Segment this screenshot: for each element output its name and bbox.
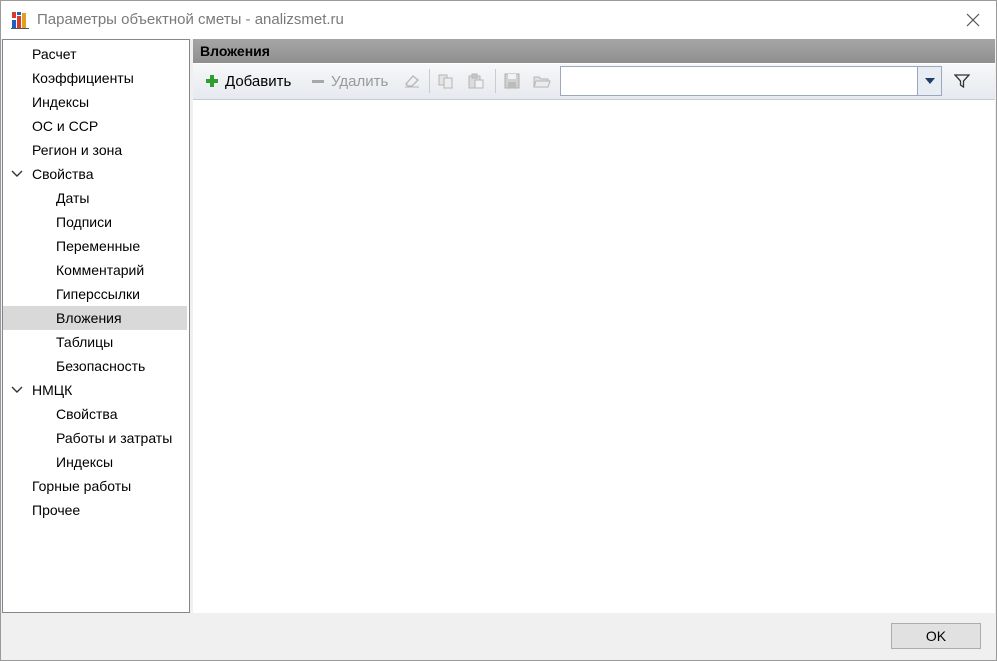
tree-item-label: Прочее bbox=[32, 502, 81, 518]
app-logo-icon bbox=[11, 12, 29, 29]
eraser-icon bbox=[405, 75, 419, 88]
close-button[interactable] bbox=[950, 1, 996, 39]
tree-item[interactable]: НМЦК bbox=[3, 378, 187, 402]
tree-item[interactable]: Переменные bbox=[3, 234, 187, 258]
save-icon bbox=[504, 73, 520, 89]
tree-item[interactable]: Таблицы bbox=[3, 330, 187, 354]
tree-item[interactable]: Даты bbox=[3, 186, 187, 210]
filter-button[interactable] bbox=[947, 68, 977, 94]
clear-button[interactable] bbox=[403, 68, 421, 94]
tree-item-label: Коэффициенты bbox=[32, 70, 134, 86]
paste-icon bbox=[468, 73, 484, 89]
tree-item-label: Комментарий bbox=[56, 262, 145, 278]
tree-item-label: Регион и зона bbox=[32, 142, 123, 158]
ok-button[interactable]: OK bbox=[891, 623, 981, 649]
tree-item[interactable]: Прочее bbox=[3, 498, 187, 522]
tree-item-label: ОС и ССР bbox=[32, 118, 99, 134]
chevron-down-icon[interactable] bbox=[11, 385, 23, 395]
tree-item[interactable]: Подписи bbox=[3, 210, 187, 234]
tree-item[interactable]: ОС и ССР bbox=[3, 114, 187, 138]
tree-item[interactable]: Индексы bbox=[3, 90, 187, 114]
navigation-tree[interactable]: Расчет Коэффициенты Индексы ОС и ССР Регион … bbox=[2, 39, 190, 613]
tree-item-label: Индексы bbox=[32, 94, 90, 110]
tree-item-label: Индексы bbox=[56, 454, 114, 470]
tree-item-label: Вложения bbox=[56, 310, 122, 326]
toolbar-separator bbox=[495, 69, 496, 93]
filter-icon bbox=[954, 74, 970, 88]
search-input[interactable] bbox=[563, 69, 919, 95]
close-icon bbox=[966, 13, 980, 27]
combo-dropdown-button[interactable] bbox=[917, 67, 941, 95]
tree-item-label: Даты bbox=[56, 190, 90, 206]
panel-title: Вложения bbox=[200, 43, 270, 59]
content-panel: Вложения Добавить Удалить bbox=[193, 39, 995, 613]
copy-button[interactable] bbox=[437, 68, 455, 94]
delete-button[interactable]: Удалить bbox=[311, 68, 388, 94]
window-title: Параметры объектной сметы - analizsmet.r… bbox=[37, 11, 344, 28]
tree-item-label: Подписи bbox=[56, 214, 112, 230]
tree-item[interactable]: Регион и зона bbox=[3, 138, 187, 162]
tree-item-label: Расчет bbox=[32, 46, 77, 62]
tree-item[interactable]: Свойства bbox=[3, 162, 187, 186]
tree-item-label: Горные работы bbox=[32, 478, 132, 494]
attachments-list-area[interactable] bbox=[193, 101, 995, 613]
title-bar: Параметры объектной сметы - analizsmet.r… bbox=[1, 1, 996, 39]
add-button-label: Добавить bbox=[225, 72, 292, 90]
tree-item[interactable]: Вложения bbox=[3, 306, 187, 330]
tree-item-label: Гиперссылки bbox=[56, 286, 140, 302]
chevron-down-icon bbox=[924, 78, 935, 84]
tree-item[interactable]: Работы и затраты bbox=[3, 426, 187, 450]
tree-item-label: Свойства bbox=[56, 406, 118, 422]
open-button[interactable] bbox=[533, 68, 551, 94]
save-button[interactable] bbox=[503, 68, 521, 94]
dialog-window: Параметры объектной сметы - analizsmet.r… bbox=[0, 0, 997, 661]
add-button[interactable]: Добавить bbox=[205, 68, 291, 94]
minus-icon bbox=[312, 80, 324, 83]
copy-icon bbox=[438, 74, 453, 89]
tree-item-label: Таблицы bbox=[56, 334, 114, 350]
tree-item[interactable]: Безопасность bbox=[3, 354, 187, 378]
panel-header: Вложения bbox=[193, 39, 995, 63]
paste-button[interactable] bbox=[467, 68, 485, 94]
plus-icon bbox=[206, 75, 218, 87]
tree-item[interactable]: Индексы bbox=[3, 450, 187, 474]
tree-item[interactable]: Комментарий bbox=[3, 258, 187, 282]
open-folder-icon bbox=[533, 76, 551, 88]
tree-item[interactable]: Расчет bbox=[3, 42, 187, 66]
chevron-down-icon[interactable] bbox=[11, 169, 23, 179]
tree-item[interactable]: Гиперссылки bbox=[3, 282, 187, 306]
tree-item[interactable]: Свойства bbox=[3, 402, 187, 426]
tree-item-label: Переменные bbox=[56, 238, 141, 254]
tree-item-label: Свойства bbox=[32, 166, 94, 182]
toolbar: Добавить Удалить bbox=[193, 64, 995, 100]
tree-item-label: Работы и затраты bbox=[56, 430, 173, 446]
tree-item[interactable]: Коэффициенты bbox=[3, 66, 187, 90]
tree-item-label: НМЦК bbox=[32, 382, 73, 398]
delete-button-label: Удалить bbox=[331, 72, 389, 90]
tree-item-label: Безопасность bbox=[56, 358, 146, 374]
search-combobox[interactable] bbox=[560, 66, 942, 96]
tree-item[interactable]: Горные работы bbox=[3, 474, 187, 498]
toolbar-separator bbox=[429, 69, 430, 93]
